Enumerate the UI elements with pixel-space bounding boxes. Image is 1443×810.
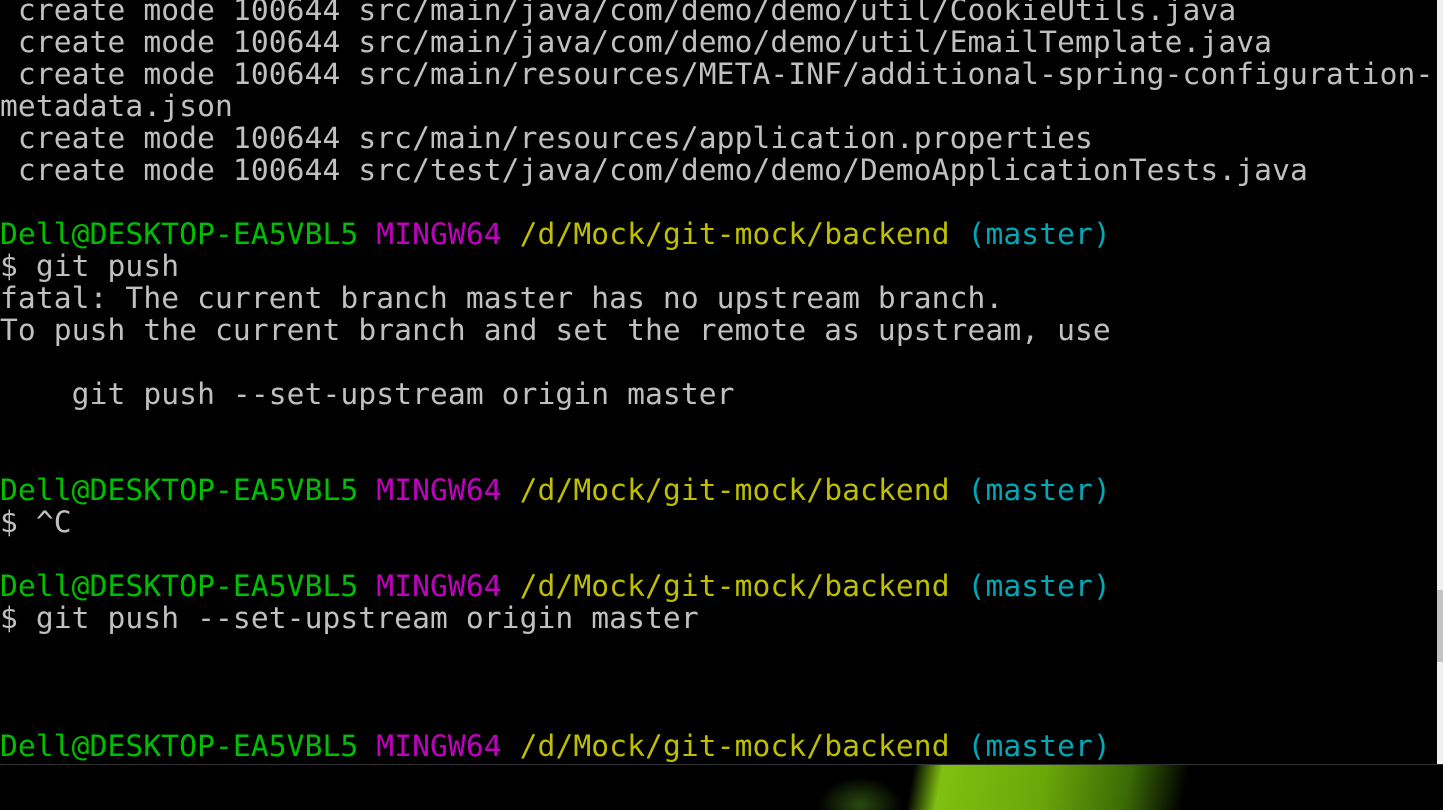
terminal-line: Dell@DESKTOP-EA5VBL5 MINGW64 /d/Mock/git… — [0, 218, 1433, 250]
terminal-line: create mode 100644 src/main/resources/ME… — [0, 58, 1433, 90]
terminal-text-segment: /d/Mock/git-mock/backend — [519, 569, 968, 603]
terminal-text-segment: create mode 100644 src/main/resources/ap… — [0, 121, 1093, 155]
terminal-line: create mode 100644 src/main/java/com/dem… — [0, 26, 1433, 58]
terminal-line: create mode 100644 src/main/resources/ap… — [0, 122, 1433, 154]
terminal-text-segment: MINGW64 — [376, 569, 520, 603]
terminal-line: $ ^C — [0, 506, 1433, 538]
terminal-text-segment: MINGW64 — [376, 729, 520, 763]
terminal-line: Dell@DESKTOP-EA5VBL5 MINGW64 /d/Mock/git… — [0, 474, 1433, 506]
terminal-text-segment: Dell@DESKTOP-EA5VBL5 — [0, 569, 377, 603]
terminal-text-segment: git push --set-upstream origin master — [0, 377, 735, 411]
terminal-text-segment: $ ^C — [0, 505, 72, 539]
terminal-text-segment: (master) — [967, 473, 1111, 507]
desktop-wallpaper — [0, 764, 1443, 810]
terminal-text-segment: fatal: The current branch master has no … — [0, 281, 1004, 315]
terminal-text-segment: create mode 100644 src/main/resources/ME… — [0, 57, 1434, 91]
terminal-line: $ git push --set-upstream origin master — [0, 602, 1433, 634]
terminal-line: To push the current branch and set the r… — [0, 314, 1433, 346]
terminal-line: Dell@DESKTOP-EA5VBL5 MINGW64 /d/Mock/git… — [0, 730, 1433, 762]
terminal-text-segment: (master) — [967, 569, 1111, 603]
terminal-line: create mode 100644 src/test/java/com/dem… — [0, 154, 1433, 186]
terminal-text-segment: To push the current branch and set the r… — [0, 313, 1111, 347]
terminal-text-segment: create mode 100644 src/test/java/com/dem… — [0, 153, 1308, 187]
terminal-text-segment: (master) — [967, 729, 1111, 763]
terminal-text-segment: $ git push --set-upstream origin master — [0, 601, 699, 635]
terminal-line: git push --set-upstream origin master — [0, 378, 1433, 410]
terminal-text-segment: Dell@DESKTOP-EA5VBL5 — [0, 473, 377, 507]
terminal-line: create mode 100644 src/main/java/com/dem… — [0, 0, 1433, 26]
terminal-line: fatal: The current branch master has no … — [0, 282, 1433, 314]
terminal-text-segment: MINGW64 — [376, 217, 520, 251]
scrollbar-thumb[interactable] — [1437, 590, 1443, 662]
terminal-text-segment: create mode 100644 src/main/java/com/dem… — [0, 25, 1273, 59]
terminal-text-segment: MINGW64 — [376, 473, 520, 507]
terminal-text-segment: metadata.json — [0, 89, 233, 123]
terminal-text-segment: /d/Mock/git-mock/backend — [519, 217, 968, 251]
terminal-line: metadata.json — [0, 90, 1433, 122]
terminal-window[interactable]: create mode 100644 src/main/java/com/dem… — [0, 0, 1437, 764]
terminal-text-segment: Dell@DESKTOP-EA5VBL5 — [0, 217, 377, 251]
terminal-text-segment: /d/Mock/git-mock/backend — [519, 473, 968, 507]
vertical-scrollbar[interactable] — [1437, 0, 1443, 764]
terminal-text-segment: $ git push — [0, 249, 180, 283]
terminal-line: $ git push — [0, 250, 1433, 282]
terminal-text-segment: (master) — [967, 217, 1111, 251]
terminal-line: Dell@DESKTOP-EA5VBL5 MINGW64 /d/Mock/git… — [0, 570, 1433, 602]
terminal-text-segment: create mode 100644 src/main/java/com/dem… — [0, 0, 1237, 27]
terminal-text-segment: Dell@DESKTOP-EA5VBL5 — [0, 729, 377, 763]
terminal-output: create mode 100644 src/main/java/com/dem… — [0, 0, 1433, 762]
terminal-text-segment: /d/Mock/git-mock/backend — [519, 729, 968, 763]
